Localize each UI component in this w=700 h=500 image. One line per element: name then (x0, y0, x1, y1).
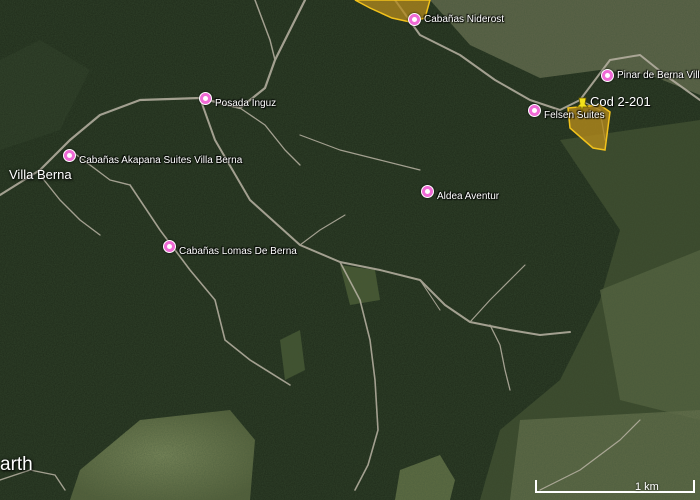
pushpin-icon[interactable] (576, 96, 590, 114)
place-label-villa-berna: Villa Berna (9, 167, 72, 182)
poi-pin-icon (421, 185, 434, 198)
place-label-partial: arth (0, 454, 33, 475)
poi-pin-icon (63, 149, 76, 162)
poi-cabanas-niderost[interactable]: Cabañas Niderost (408, 13, 504, 26)
scale-bar: 1 km (535, 480, 695, 498)
scale-bar-line (535, 480, 695, 493)
poi-posada-inguz[interactable]: Posada Inguz (199, 88, 276, 109)
poi-pin-icon (408, 13, 421, 26)
parcel-label: Cod 2-201 (590, 94, 651, 109)
poi-cabanas-lomas-de-berna[interactable]: Cabañas Lomas De Berna (163, 236, 297, 257)
poi-label: Felsen Suites (544, 110, 605, 121)
scale-bar-label: 1 km (635, 481, 659, 493)
poi-label: Pinar de Berna Villa (617, 70, 700, 81)
poi-label: Cabañas Lomas De Berna (179, 246, 297, 257)
poi-pin-icon (199, 92, 212, 105)
poi-aldea-aventur[interactable]: Aldea Aventur (421, 181, 499, 202)
poi-label: Cabañas Niderost (424, 14, 505, 25)
poi-label: Cabañas Akapana Suites Villa Berna (79, 155, 243, 166)
poi-pin-icon (163, 240, 176, 253)
poi-label: Posada Inguz (215, 98, 277, 109)
poi-pin-icon (601, 69, 614, 82)
poi-cabanas-akapana-suites[interactable]: Cabañas Akapana Suites Villa Berna (63, 145, 242, 166)
poi-label: Aldea Aventur (437, 191, 500, 202)
map-view[interactable]: Villa Berna arth Cabañas Niderost Pinar … (0, 0, 700, 500)
poi-pin-icon (528, 104, 541, 117)
satellite-terrain (0, 0, 700, 500)
poi-pinar-de-berna-villa[interactable]: Pinar de Berna Villa (601, 69, 700, 82)
